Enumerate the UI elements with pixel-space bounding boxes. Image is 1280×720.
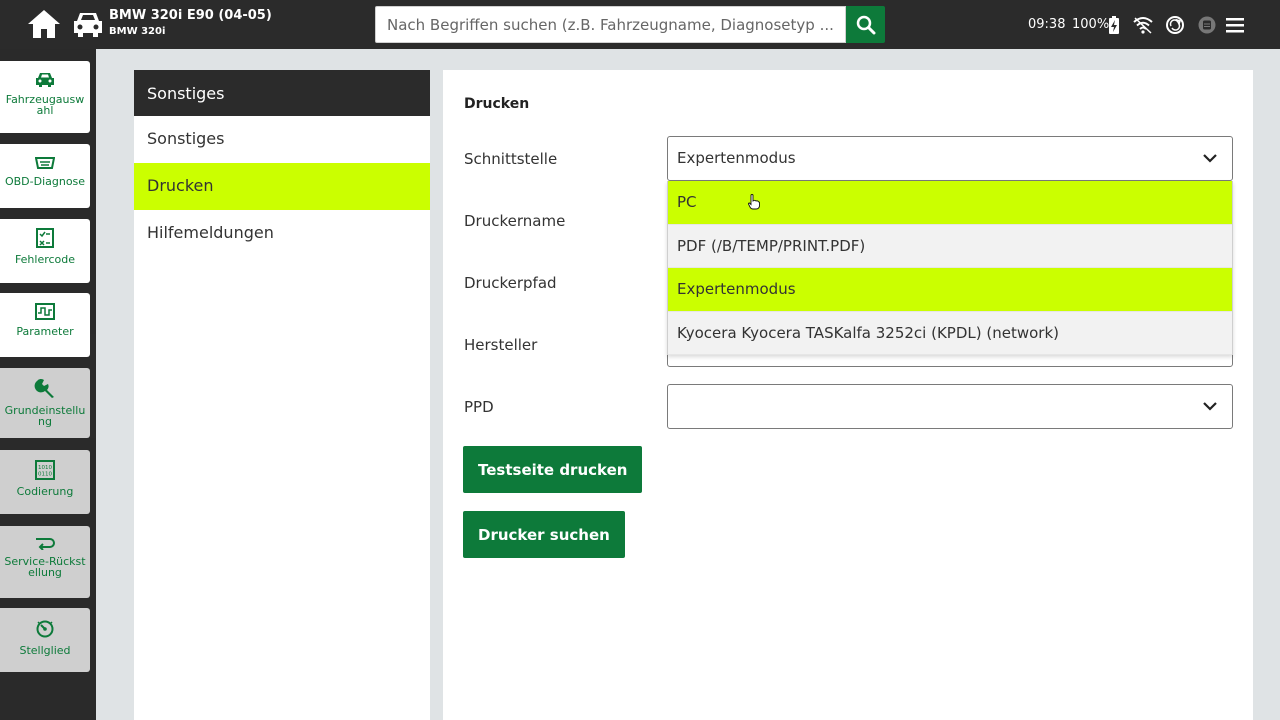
sidebar-item-parameter[interactable]: Parameter — [0, 293, 90, 357]
waveform-icon — [35, 303, 55, 320]
sidebar-item-service-rueckstellung[interactable]: Service-Rückstellung — [0, 526, 90, 598]
vehicle-subtitle: BMW 320i — [109, 26, 166, 37]
printer-name-label: Druckername — [464, 212, 566, 230]
vehicle-title: BMW 320i E90 (04-05) — [109, 8, 272, 23]
search-icon — [856, 15, 875, 34]
obd-connector-icon — [35, 157, 55, 169]
manufacturer-label: Hersteller — [464, 336, 538, 354]
car-icon[interactable] — [72, 9, 104, 39]
clock: 09:38 — [1028, 17, 1066, 32]
top-bar: BMW 320i E90 (04-05) BMW 320i 09:38 100% — [0, 0, 1280, 49]
sidebar-item-fehlercode[interactable]: Fehlercode — [0, 219, 90, 283]
menu-item-drucken[interactable]: Drucken — [134, 163, 430, 210]
sidebar-item-fahrzeugauswahl[interactable]: Fahrzeugauswahl — [0, 61, 90, 133]
sidebar-item-label: Service-Rückstellung — [4, 555, 86, 579]
section-title: Drucken — [464, 96, 530, 112]
search-input[interactable] — [375, 6, 846, 43]
gauge-icon — [36, 620, 54, 638]
sidebar-item-label: Parameter — [16, 325, 74, 338]
chevron-down-icon — [1203, 402, 1217, 411]
interface-select[interactable]: Expertenmodus — [667, 136, 1233, 181]
printer-path-label: Druckerpfad — [464, 274, 557, 292]
search-button[interactable] — [846, 6, 885, 43]
sidebar-item-label: Fehlercode — [14, 253, 76, 266]
interface-label: Schnittstelle — [464, 150, 558, 168]
sync-icon[interactable] — [1165, 15, 1185, 35]
settings-menu-header: Sonstiges — [134, 70, 430, 116]
car-icon — [36, 73, 54, 87]
sidebar-item-codierung[interactable]: 1010 0110 Codierung — [0, 450, 90, 514]
hamburger-menu-icon[interactable] — [1226, 17, 1244, 33]
dropdown-option-expertenmodus[interactable]: Expertenmodus — [668, 268, 1232, 312]
dropdown-option-pdf[interactable]: PDF (/B/TEMP/PRINT.PDF) — [668, 225, 1232, 268]
sidebar-item-grundeinstellung[interactable]: Grundeinstellung — [0, 368, 90, 438]
sidebar-item-label: OBD-Diagnose — [4, 175, 86, 188]
sidebar-item-obd-diagnose[interactable]: OBD-Diagnose — [0, 144, 90, 208]
chevron-down-icon — [1203, 154, 1217, 163]
hand-cursor-icon — [748, 194, 760, 214]
svg-text:1010: 1010 — [38, 465, 52, 471]
interface-select-value: Expertenmodus — [677, 149, 796, 167]
test-print-button[interactable]: Testseite drucken — [463, 446, 643, 493]
home-icon[interactable] — [26, 8, 62, 40]
svg-text:0110: 0110 — [38, 472, 52, 478]
battery-icon — [1109, 16, 1119, 34]
vci-status-icon[interactable] — [1197, 15, 1217, 35]
print-settings-panel: Drucken Schnittstelle Expertenmodus Druc… — [443, 70, 1253, 720]
battery-level: 100% — [1072, 17, 1110, 32]
sidebar-item-label: Codierung — [16, 485, 74, 498]
checklist-icon — [36, 228, 54, 248]
find-printer-button[interactable]: Drucker suchen — [463, 511, 625, 558]
ppd-label: PPD — [464, 398, 494, 416]
return-arrow-icon — [36, 538, 55, 550]
wrench-icon — [34, 379, 54, 398]
wifi-icon[interactable] — [1133, 16, 1153, 34]
settings-menu: Sonstiges Sonstiges Drucken Hilfemeldung… — [134, 70, 430, 720]
sidebar-item-label: Stellglied — [19, 644, 71, 657]
ppd-select[interactable] — [667, 384, 1233, 429]
sidebar-item-label: Grundeinstellung — [4, 404, 86, 428]
dropdown-option-kyocera[interactable]: Kyocera Kyocera TASKalfa 3252ci (KPDL) (… — [668, 312, 1232, 355]
sidebar-item-stellglied[interactable]: Stellglied — [0, 608, 90, 672]
sidebar-item-label: Fahrzeugauswahl — [5, 93, 85, 117]
binary-code-icon: 10100110 — [35, 460, 55, 480]
menu-item-sonstiges[interactable]: Sonstiges — [134, 116, 430, 163]
menu-item-hilfemeldungen[interactable]: Hilfemeldungen — [134, 210, 430, 257]
